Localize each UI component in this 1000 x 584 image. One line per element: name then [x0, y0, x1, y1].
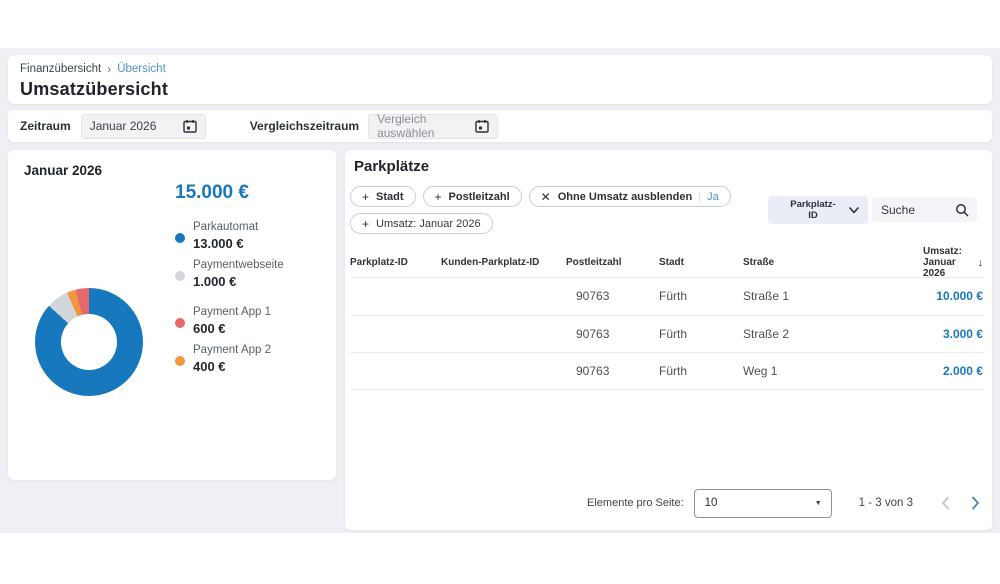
col-strasse[interactable]: Straße	[743, 257, 923, 268]
close-icon: ✕	[541, 190, 551, 204]
legend-dot-paymentwebseite	[175, 271, 185, 281]
chevron-down-icon	[848, 204, 860, 216]
next-page-button[interactable]	[967, 495, 983, 511]
search-icon	[955, 203, 969, 217]
calendar-icon	[183, 119, 197, 133]
legend-dot-parkautomat	[175, 233, 185, 243]
plus-icon: +	[362, 190, 369, 204]
filter-chips-row-1: + Stadt + Postleitzahl ✕ Ohne Umsatz aus…	[350, 186, 731, 207]
breadcrumb-separator: ›	[107, 62, 111, 76]
pagination-bar: Elemente pro Seite: 10 ▼ 1 - 3 von 3	[587, 488, 983, 518]
cell-strasse: Straße 1	[743, 289, 923, 303]
chip-ohne-umsatz-ausblenden[interactable]: ✕ Ohne Umsatz ausblenden | Ja	[529, 186, 731, 207]
legend-label: Payment App 1	[193, 304, 271, 320]
cell-umsatz: 2.000 €	[923, 364, 983, 378]
legend-label: Parkautomat	[193, 219, 258, 235]
chip-postleitzahl[interactable]: + Postleitzahl	[423, 186, 522, 207]
cell-umsatz: 10.000 €	[923, 289, 983, 303]
cell-stadt: Fürth	[659, 289, 743, 303]
chip-label: Postleitzahl	[449, 191, 510, 203]
select-label-line1: Parkplatz-	[778, 199, 848, 210]
legend-dot-payment-app-2	[175, 356, 185, 366]
cell-strasse: Weg 1	[743, 364, 923, 378]
plus-icon: +	[362, 217, 369, 231]
cell-postleitzahl: 90763	[566, 327, 659, 341]
legend-label: Payment App 2	[193, 342, 271, 358]
sort-desc-icon: ↓	[978, 257, 984, 269]
revenue-summary-panel: Januar 2026 15.000 € Parkautomat 13.000 …	[8, 150, 336, 480]
zeitraum-label: Zeitraum	[20, 119, 71, 133]
parkplaetze-title: Parkplätze	[349, 158, 429, 175]
donut-hole	[61, 314, 117, 370]
caret-down-icon: ▼	[815, 500, 822, 507]
col-kunden-parkplatz-id[interactable]: Kunden-Parkplatz-ID	[441, 257, 566, 268]
cell-postleitzahl: 90763	[566, 364, 659, 378]
page-title: Umsatzübersicht	[20, 79, 980, 100]
chip-label: Ohne Umsatz ausblenden	[558, 191, 692, 203]
chip-umsatz-januar-2026[interactable]: + Umsatz: Januar 2026	[350, 213, 493, 234]
per-page-select[interactable]: 10 ▼	[694, 489, 832, 518]
legend-value: 400 €	[193, 358, 271, 375]
cell-stadt: Fürth	[659, 327, 743, 341]
col-stadt[interactable]: Stadt	[659, 257, 743, 268]
pagination-range: 1 - 3 von 3	[859, 497, 913, 509]
summary-period-title: Januar 2026	[24, 163, 320, 178]
cell-strasse: Straße 2	[743, 327, 923, 341]
parkplatz-id-column-select[interactable]: Parkplatz- ID	[768, 196, 868, 224]
cell-postleitzahl: 90763	[566, 289, 659, 303]
legend-label: Paymentwebseite	[193, 257, 284, 273]
legend-value: 1.000 €	[193, 273, 284, 290]
page-header: Finanzübersicht › Übersicht Umsatzübersi…	[8, 55, 992, 104]
vergleichszeitraum-label: Vergleichszeitraum	[250, 119, 359, 133]
legend-value: 600 €	[193, 320, 271, 337]
breadcrumb-current[interactable]: Übersicht	[117, 63, 166, 75]
legend-item: Paymentwebseite 1.000 €	[175, 257, 325, 290]
col-umsatz-label: Umsatz: Januar 2026	[923, 246, 974, 279]
legend-item: Payment App 1 600 €	[175, 304, 325, 337]
chip-stadt[interactable]: + Stadt	[350, 186, 416, 207]
legend-value: 13.000 €	[193, 235, 258, 252]
per-page-label: Elemente pro Seite:	[587, 497, 684, 509]
cell-stadt: Fürth	[659, 364, 743, 378]
chip-label: Umsatz: Januar 2026	[376, 218, 481, 230]
col-postleitzahl[interactable]: Postleitzahl	[566, 257, 659, 268]
filter-chips-row-2: + Umsatz: Januar 2026	[350, 213, 493, 234]
chip-label: Stadt	[376, 191, 404, 203]
chip-divider: |	[698, 191, 701, 203]
filter-bar: Zeitraum Januar 2026 Vergleichszeitraum …	[8, 110, 992, 142]
search-placeholder: Suche	[881, 203, 915, 217]
revenue-donut-chart[interactable]	[35, 288, 143, 396]
col-umsatz-sort[interactable]: Umsatz: Januar 2026 ↓	[923, 246, 983, 279]
total-revenue: 15.000 €	[175, 182, 325, 204]
table-row[interactable]: 90763 Fürth Straße 2 3.000 €	[350, 315, 983, 353]
breadcrumb-parent[interactable]: Finanzübersicht	[20, 63, 101, 75]
per-page-value: 10	[705, 497, 718, 509]
col-parkplatz-id[interactable]: Parkplatz-ID	[350, 257, 441, 268]
zeitraum-value: Januar 2026	[90, 119, 157, 133]
chevron-left-icon	[941, 496, 950, 510]
vergleichszeitraum-datepicker[interactable]: Vergleich auswählen	[368, 114, 498, 139]
cell-umsatz: 3.000 €	[923, 327, 983, 341]
table-row[interactable]: 90763 Fürth Weg 1 2.000 €	[350, 352, 983, 390]
legend-item: Payment App 2 400 €	[175, 342, 325, 375]
search-input[interactable]: Suche	[872, 197, 977, 222]
legend-item: Parkautomat 13.000 €	[175, 219, 325, 252]
chip-value: Ja	[707, 191, 719, 203]
parkplaetze-panel: Parkplätze + Stadt + Postleitzahl ✕ Ohne…	[345, 150, 992, 530]
parkplaetze-table: Parkplatz-ID Kunden-Parkplatz-ID Postlei…	[350, 246, 983, 390]
calendar-icon	[475, 119, 489, 133]
previous-page-button[interactable]	[937, 495, 953, 511]
select-label-line2: ID	[778, 210, 848, 221]
zeitraum-datepicker[interactable]: Januar 2026	[81, 114, 206, 139]
chevron-right-icon	[971, 496, 980, 510]
breadcrumb: Finanzübersicht › Übersicht	[20, 62, 980, 76]
plus-icon: +	[435, 190, 442, 204]
legend-dot-payment-app-1	[175, 318, 185, 328]
table-row[interactable]: 90763 Fürth Straße 1 10.000 €	[350, 277, 983, 315]
table-header-row: Parkplatz-ID Kunden-Parkplatz-ID Postlei…	[350, 246, 983, 277]
vergleichszeitraum-placeholder: Vergleich auswählen	[377, 112, 475, 140]
